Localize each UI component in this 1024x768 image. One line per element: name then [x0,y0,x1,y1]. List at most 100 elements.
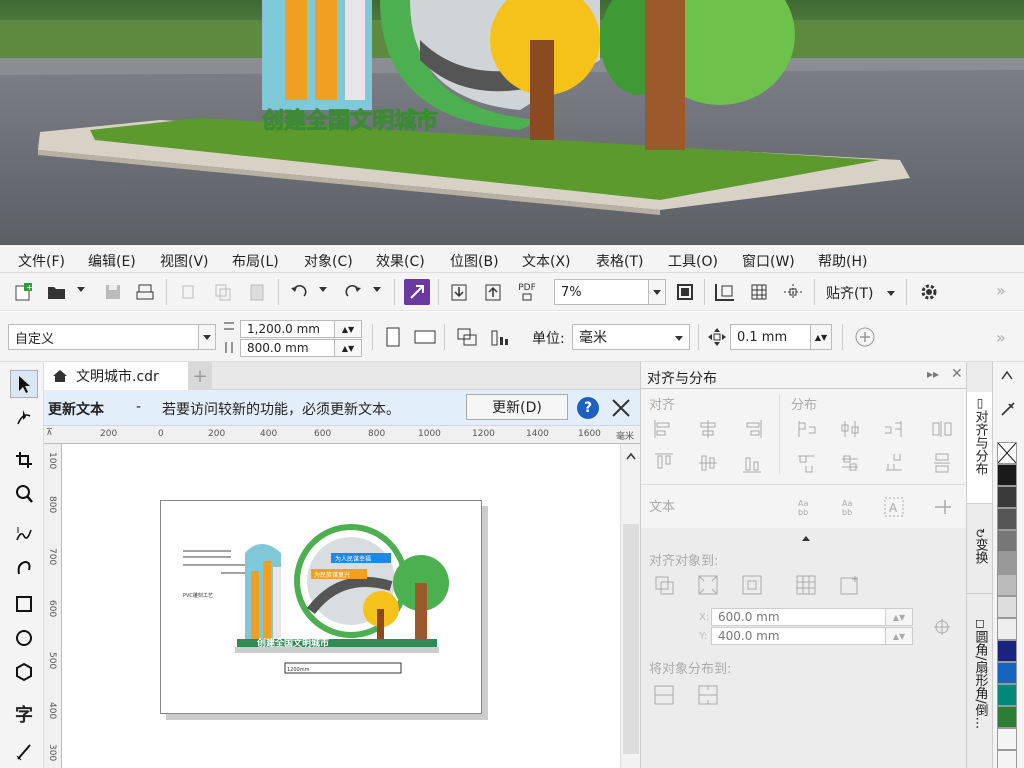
redo-dropdown-icon[interactable] [372,283,382,293]
page-size-select[interactable]: 自定义 [8,324,204,350]
x-spinner[interactable]: ▲▼ [885,608,913,626]
pick-tool-icon[interactable] [10,370,38,398]
color-swatch[interactable] [997,750,1017,768]
ellipse-tool-icon[interactable] [10,624,38,652]
options-gear-icon[interactable] [916,279,942,305]
text-bounding-box-icon[interactable]: A [883,496,905,518]
align-bottom-icon[interactable] [741,452,763,474]
text-align-first-line-icon[interactable]: Aabb [795,496,817,518]
menu-help[interactable]: 帮助(H) [818,251,867,271]
tab-fillet[interactable]: ◻ 圆角/扇形角/倒... [967,612,993,768]
y-spinner[interactable]: ▲▼ [885,627,913,645]
menu-table[interactable]: 表格(T) [596,251,643,271]
close-notice-icon[interactable] [610,397,632,419]
color-swatch[interactable] [997,618,1017,640]
docker-expand-icon[interactable]: ▸▸ [927,367,939,381]
color-swatch[interactable] [997,552,1017,574]
no-color-swatch[interactable] [997,442,1017,464]
search-content-icon[interactable] [404,279,430,305]
snap-dropdown-icon[interactable] [886,287,896,297]
distribute-to-selection-icon[interactable] [653,684,675,706]
zoom-tool-icon[interactable] [10,480,38,508]
scroll-up-icon[interactable] [626,452,636,460]
y-position-input[interactable]: 400.0 mm [711,627,887,645]
export-icon[interactable] [480,279,506,305]
align-center-h-icon[interactable] [697,418,719,440]
page-size-dropdown-icon[interactable] [198,324,216,350]
menu-view[interactable]: 视图(V) [160,251,209,271]
nudge-spinner[interactable]: ▲▼ [810,324,832,350]
new-document-icon[interactable]: + [10,279,36,305]
zoom-input[interactable]: 7% [554,279,650,305]
align-to-grid-icon[interactable] [795,574,817,596]
distribute-to-page-icon[interactable] [697,684,719,706]
menu-window[interactable]: 窗口(W) [742,251,795,271]
align-to-point-icon[interactable] [839,574,861,596]
page-width-input[interactable]: 1,200.0 mm [240,320,336,338]
distribute-bottom-icon[interactable] [883,452,905,474]
shape-tool-icon[interactable] [10,404,38,432]
text-outline-icon[interactable] [931,496,953,518]
color-swatch[interactable] [997,530,1017,552]
color-swatch[interactable] [997,706,1017,728]
polygon-tool-icon[interactable] [10,658,38,686]
snap-to-label[interactable]: 贴齐(T) [826,283,873,303]
freehand-tool-icon[interactable] [10,520,38,548]
help-icon[interactable]: ? [577,397,599,419]
section-collapse-icon[interactable] [801,534,811,542]
copy-icon[interactable] [210,279,236,305]
all-pages-icon[interactable] [454,324,480,350]
document-tab[interactable]: 文明城市.cdr [44,362,188,390]
text-tool-icon[interactable]: 字 [10,700,38,728]
update-button[interactable]: 更新(D) [466,394,568,420]
menu-file[interactable]: 文件(F) [18,251,65,271]
color-swatch[interactable] [997,662,1017,684]
redo-icon[interactable] [340,279,366,305]
align-to-active-icon[interactable] [653,574,675,596]
palette-scroll-up-icon[interactable] [1001,370,1013,380]
undo-icon[interactable] [286,279,312,305]
eyedropper-icon[interactable] [999,400,1017,418]
height-spinner[interactable]: ▲▼ [334,339,362,357]
rulers-icon[interactable] [712,279,738,305]
color-swatch[interactable] [997,508,1017,530]
print-icon[interactable] [132,279,158,305]
vertical-scrollbar[interactable] [620,444,640,768]
distribute-middle-icon[interactable] [839,452,861,474]
distribute-right-icon[interactable] [883,418,905,440]
page-height-input[interactable]: 800.0 mm [240,339,336,357]
dimension-tool-icon[interactable] [10,738,38,766]
zoom-dropdown-icon[interactable] [648,279,666,305]
align-to-page-center-icon[interactable] [741,574,763,596]
save-icon[interactable] [100,279,126,305]
distribute-top-icon[interactable] [795,452,817,474]
menu-edit[interactable]: 编辑(E) [88,251,136,271]
guidelines-icon[interactable] [780,279,806,305]
x-position-input[interactable]: 600.0 mm [711,608,887,626]
nudge-input[interactable]: 0.1 mm [730,324,812,350]
color-swatch[interactable] [997,640,1017,662]
color-swatch[interactable] [997,574,1017,596]
menu-text[interactable]: 文本(X) [522,251,571,271]
undo-dropdown-icon[interactable] [318,283,328,293]
full-screen-icon[interactable] [672,279,698,305]
align-center-v-icon[interactable] [697,452,719,474]
menu-effects[interactable]: 效果(C) [376,251,425,271]
unit-select[interactable]: 毫米 [572,324,690,350]
docker-close-icon[interactable]: ✕ [951,366,963,382]
cut-icon[interactable] [176,279,202,305]
new-tab-icon[interactable]: + [188,362,212,390]
unit-dropdown-icon[interactable] [674,332,684,347]
color-swatch[interactable] [997,728,1017,750]
paste-icon[interactable] [244,279,270,305]
width-spinner[interactable]: ▲▼ [334,320,362,338]
point-target-icon[interactable] [931,616,953,638]
crop-tool-icon[interactable] [10,446,38,474]
color-swatch[interactable] [997,596,1017,618]
propbar-more-icon[interactable]: » [996,328,1006,347]
landscape-icon[interactable] [412,324,438,350]
distribute-left-icon[interactable] [795,418,817,440]
add-icon[interactable] [852,324,878,350]
menu-layout[interactable]: 布局(L) [232,251,279,271]
color-swatch[interactable] [997,684,1017,706]
